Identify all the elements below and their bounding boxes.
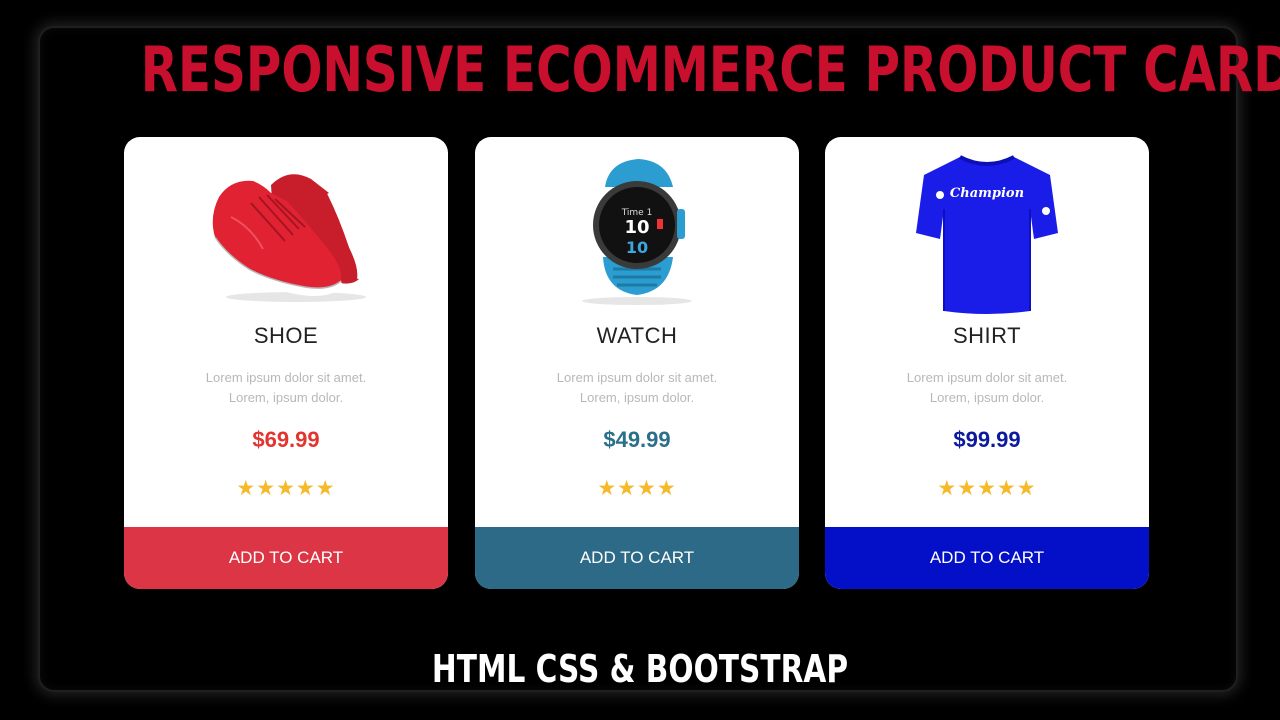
product-description: Lorem ipsum dolor sit amet. Lorem, ipsum… — [124, 368, 448, 408]
description-line-1: Lorem ipsum dolor sit amet. — [906, 370, 1068, 385]
tshirt-icon[interactable]: Champion — [825, 147, 1149, 317]
add-to-cart-button[interactable]: ADD TO CART — [124, 527, 448, 589]
star-icon: ★ — [276, 477, 296, 500]
product-name: WATCH — [596, 323, 678, 348]
rating-stars: ★★★★★ — [124, 476, 448, 501]
add-to-cart-button[interactable]: ADD TO CART — [825, 527, 1149, 589]
footer-caption: HTML CSS & BOOTSTRAP — [431, 647, 849, 691]
description-line-2: Lorem, ipsum dolor. — [579, 390, 695, 405]
star-icon: ★ — [1016, 477, 1037, 500]
rating-stars: ★★★★ — [475, 476, 799, 501]
product-price: $99.99 — [953, 427, 1021, 452]
add-to-cart-button[interactable]: ADD TO CART — [475, 527, 799, 589]
description-line-2: Lorem, ipsum dolor. — [929, 390, 1045, 405]
product-name: SHIRT — [952, 323, 1022, 348]
svg-text:Champion: Champion — [950, 186, 1024, 201]
svg-text:10: 10 — [626, 238, 648, 257]
star-icon: ★ — [597, 477, 618, 500]
page-title: RESPONSIVE ECOMMERCE PRODUCT CARDS — [140, 33, 1280, 106]
star-icon: ★ — [315, 477, 336, 500]
product-card-shirt: Champion SHIRT Lorem ipsum dolor sit ame… — [825, 137, 1149, 589]
star-icon: ★ — [637, 477, 657, 500]
star-icon: ★ — [937, 477, 958, 500]
star-icon: ★ — [295, 477, 316, 500]
star-icon: ★ — [256, 477, 277, 500]
product-description: Lorem ipsum dolor sit amet. Lorem, ipsum… — [475, 368, 799, 408]
description-line-1: Lorem ipsum dolor sit amet. — [556, 370, 718, 385]
product-price: $49.99 — [603, 427, 671, 452]
svg-text:10: 10 — [624, 217, 649, 238]
rating-stars: ★★★★★ — [825, 476, 1149, 501]
product-price: $69.99 — [252, 427, 320, 452]
smartwatch-icon[interactable]: Time 1 10 10 — [475, 147, 799, 317]
description-line-1: Lorem ipsum dolor sit amet. — [205, 370, 367, 385]
star-icon: ★ — [996, 477, 1017, 500]
red-sneaker-icon[interactable] — [124, 147, 448, 317]
product-card-watch: Time 1 10 10 WATCH Lorem ipsum dolor sit… — [475, 137, 799, 589]
star-icon: ★ — [977, 477, 997, 500]
star-icon: ★ — [236, 477, 257, 500]
product-name: SHOE — [253, 323, 319, 348]
product-description: Lorem ipsum dolor sit amet. Lorem, ipsum… — [825, 368, 1149, 408]
star-icon: ★ — [617, 477, 637, 500]
description-line-2: Lorem, ipsum dolor. — [228, 390, 344, 405]
star-icon: ★ — [957, 477, 978, 500]
star-icon: ★ — [656, 477, 677, 500]
product-card-shoe: SHOE Lorem ipsum dolor sit amet. Lorem, … — [124, 137, 448, 589]
